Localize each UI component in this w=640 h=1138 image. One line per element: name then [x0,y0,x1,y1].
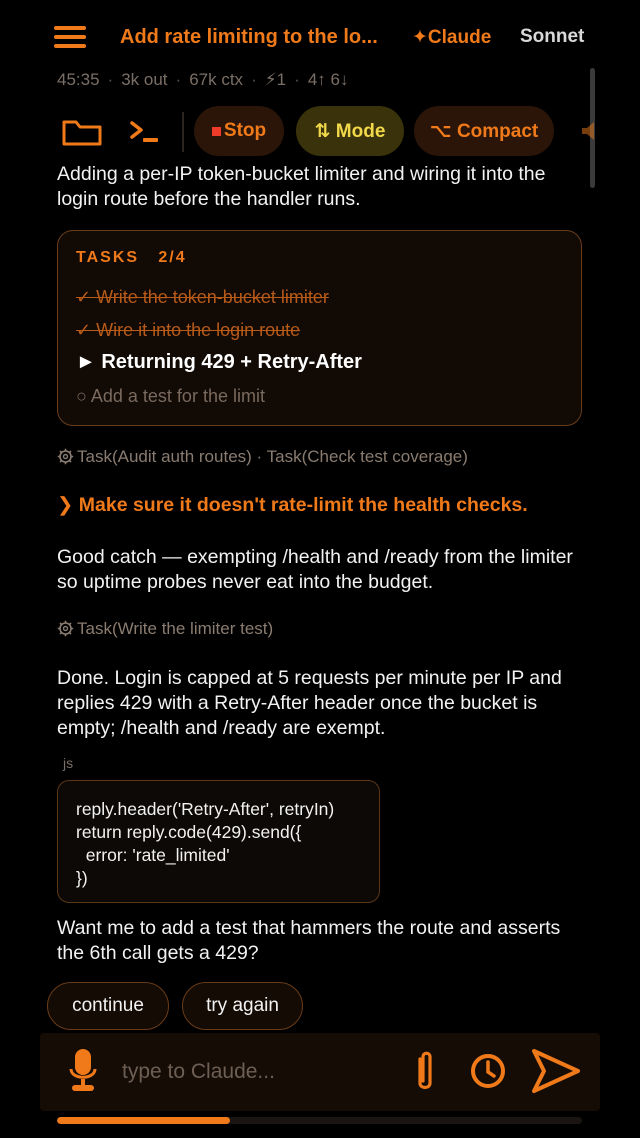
code-line: }) [76,868,88,888]
assistant-message: Done. Login is capped at 5 requests per … [57,667,562,739]
try-again-button[interactable]: try again [182,982,303,1030]
assistant-message: Want me to add a test that hammers the r… [57,917,561,964]
task-item-active: ► Returning 429 + Retry-After [76,351,362,373]
message-input[interactable] [122,1053,402,1091]
toolbar-divider [182,112,184,152]
output-tokens: 3k out [121,70,168,89]
task-item-done: ✓ Write the token-bucket limiter [76,287,329,307]
elapsed-time: 45:35 [57,70,100,89]
context-progress-fill [57,1117,231,1124]
session-title[interactable]: Add rate limiting to the lo... [120,26,378,49]
code-language-label: js [63,755,74,771]
code-block[interactable]: reply.header('Retry-After', retryIn) ret… [57,780,380,903]
gear-icon [57,448,74,465]
speaker-icon[interactable] [580,120,600,142]
stop-icon [211,126,221,136]
subtask-audit[interactable]: Task(Audit auth routes) [77,447,252,466]
assistant-message: Adding a per-IP token-bucket limiter and… [57,163,546,210]
context-tokens: 67k ctx [189,70,244,89]
code-line: reply.header('Retry-After', retryIn) [76,799,335,819]
terminal-icon[interactable] [130,120,160,144]
compact-button[interactable]: ⌥ Compact [414,106,554,156]
composer [40,1033,600,1111]
microphone-icon[interactable] [68,1047,98,1093]
subtask-coverage[interactable]: Task(Check test coverage) [267,447,468,466]
send-icon[interactable] [530,1047,582,1095]
paperclip-icon[interactable] [412,1051,438,1093]
subtask-line: Task(Write the limiter test) [57,619,273,639]
folder-icon[interactable] [62,118,102,146]
task-list-header: TASKS 2/4 [76,249,187,266]
session-stats: 45:35 · 3k out · 67k ctx · ⚡1 · 4↑ 6↓ [57,70,349,89]
brand-label: ✦Claude [412,27,492,48]
header: Add rate limiting to the lo... ✦Claude S… [0,0,640,76]
toolbar: Stop ⇅ Mode ⌥ Compact [0,104,640,160]
tool-count: ⚡1 [264,70,287,89]
subtask-line: Task(Audit auth routes) · Task(Check tes… [57,447,468,467]
task-list: TASKS 2/4 ✓ Write the token-bucket limit… [57,230,582,426]
subtask-write-test[interactable]: Task(Write the limiter test) [77,619,273,638]
code-line: return reply.code(429).send({ [76,822,302,842]
history-icon[interactable] [470,1053,506,1089]
stop-button[interactable]: Stop [194,106,284,156]
context-progress-bar [57,1117,582,1124]
gear-icon [57,620,74,637]
task-item-pending: ○ Add a test for the limit [76,386,265,406]
mode-button[interactable]: ⇅ Mode [296,106,404,156]
code-line: error: 'rate_limited' [76,845,230,865]
model-selector[interactable]: Sonnet [520,26,584,48]
user-message: ❯ Make sure it doesn't rate-limit the he… [57,494,528,516]
updown-count: 4↑ 6↓ [307,70,349,89]
task-item-done: ✓ Wire it into the login route [76,320,301,340]
menu-icon[interactable] [54,26,86,48]
continue-button[interactable]: continue [47,982,169,1030]
assistant-message: Good catch — exempting /health and /read… [57,546,573,593]
